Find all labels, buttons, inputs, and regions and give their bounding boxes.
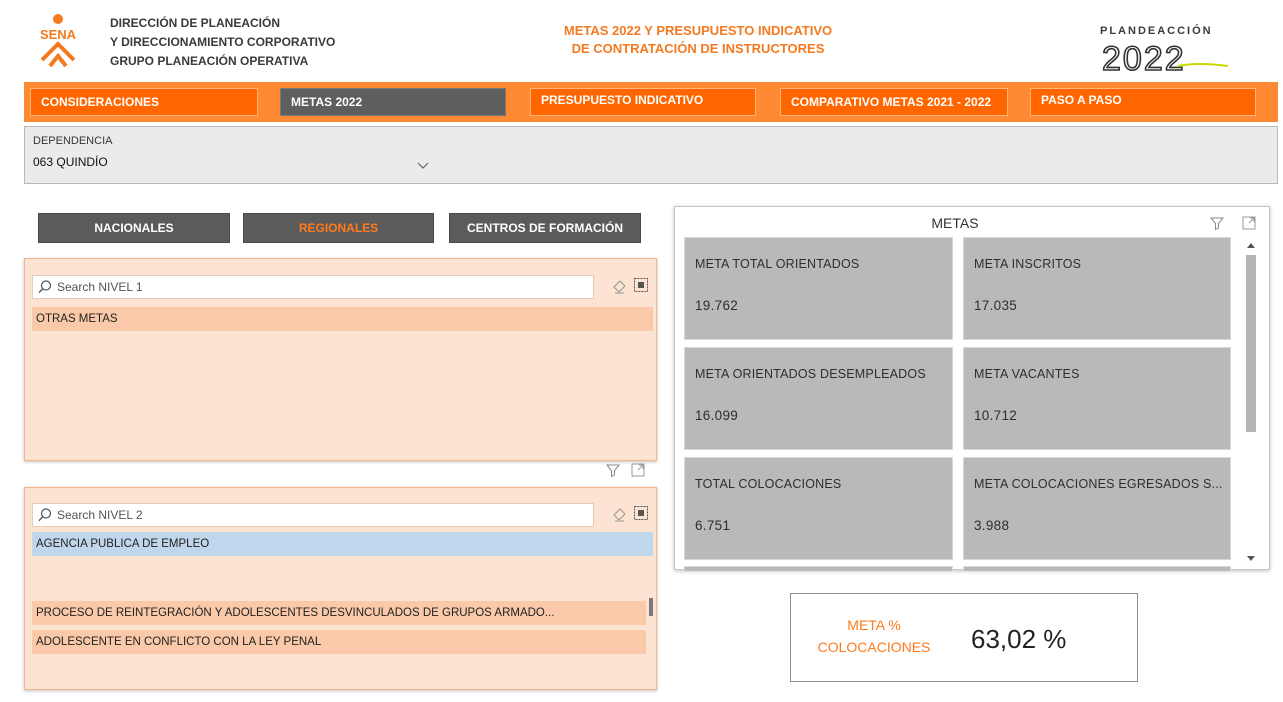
meta-total-orientados-card: META TOTAL ORIENTADOS 19.762 [684,237,953,340]
nivel1-search-placeholder: Search NIVEL 1 [57,280,143,294]
regionales-button[interactable]: REGIONALES [243,213,434,243]
card-value: 6.751 [695,518,731,533]
meta-colocaciones-egresados-card: META COLOCACIONES EGRESADOS S... 3.988 [963,457,1231,560]
tab-metas-2022[interactable]: METAS 2022 [280,88,506,116]
nivel2-slicer: Search NIVEL 2 AGENCIA PUBLICA DE EMPLEO… [24,487,657,690]
kpi-value: 63,02 % [971,624,1067,654]
meta-vacantes-card: META VACANTES 10.712 [963,347,1231,450]
card-label: META VACANTES [974,367,1080,381]
tab-presupuesto-indicativo-label: PRESUPUESTO INDICATIVO [541,93,704,107]
plan-year-text: 2022 [1102,40,1186,78]
plan-de-accion-logo: PLANDEACCIÓN 2022 [1088,18,1248,79]
nacionales-button[interactable]: NACIONALES [38,213,230,243]
select-all-icon[interactable] [633,277,649,293]
card-value: 17.035 [974,298,1018,313]
tab-consideraciones-label: CONSIDERACIONES [41,95,160,109]
card-value: 10.712 [974,408,1018,423]
eraser-icon[interactable] [611,279,627,295]
nivel2-item-reintegracion: PROCESO DE REINTEGRACIÓN Y ADOLESCENTES … [36,607,555,619]
metas-scrollbar[interactable] [1243,239,1259,565]
nivel2-search-input[interactable]: Search NIVEL 2 [32,503,594,527]
metas-card-visual: METAS META TOTAL ORIENTADOS 19.762 META … [674,206,1270,571]
dependencia-filter: DEPENDENCIA 063 QUINDÍO [24,126,1278,184]
tab-paso-a-paso[interactable]: PASO A PASO [1030,88,1256,116]
tab-presupuesto-indicativo[interactable]: PRESUPUESTO INDICATIVO [530,88,756,116]
org-line-1: DIRECCIÓN DE PLANEACIÓN [110,16,281,30]
metas-title: METAS [931,215,979,231]
chevron-down-icon[interactable] [415,157,431,173]
card-value: 3.988 [974,518,1010,533]
tab-consideraciones[interactable]: CONSIDERACIONES [30,88,258,116]
kpi-label-line-1: META % [847,617,901,633]
search-icon [38,508,52,522]
tab-metas-2022-label: METAS 2022 [291,95,363,109]
next-card-peek [963,566,1231,571]
dependencia-selected-value: 063 QUINDÍO [33,155,108,169]
org-line-2: Y DIRECCIONAMIENTO CORPORATIVO [110,35,336,49]
focus-mode-icon[interactable] [1241,215,1257,231]
nivel1-list-item[interactable]: OTRAS METAS [32,307,653,331]
nivel2-item-agencia: AGENCIA PUBLICA DE EMPLEO [36,538,210,550]
nivel1-search-input[interactable]: Search NIVEL 1 [32,275,594,299]
card-label: META INSCRITOS [974,257,1082,271]
card-label: META COLOCACIONES EGRESADOS S... [974,477,1223,491]
nivel2-scrollbar[interactable] [649,598,653,616]
dependencia-label: DEPENDENCIA [33,135,113,147]
nivel2-list-item[interactable]: ADOLESCENTE EN CONFLICTO CON LA LEY PENA… [32,630,646,654]
kpi-label-line-2: COLOCACIONES [817,639,931,655]
nivel2-list-item[interactable]: AGENCIA PUBLICA DE EMPLEO [32,532,653,556]
report-header: SENA DIRECCIÓN DE PLANEACIÓN Y DIRECCION… [18,8,1273,80]
total-colocaciones-card: TOTAL COLOCACIONES 6.751 [684,457,953,560]
meta-colocaciones-kpi: META % COLOCACIONES 63,02 % [790,593,1138,682]
meta-inscritos-card: META INSCRITOS 17.035 [963,237,1231,340]
card-label: TOTAL COLOCACIONES [695,477,842,491]
page-title-line-2: DE CONTRATACIÓN DE INSTRUCTORES [571,41,825,56]
nivel1-item-otras-metas: OTRAS METAS [36,313,118,325]
select-all-icon[interactable] [633,505,649,521]
org-line-3: GRUPO PLANEACIÓN OPERATIVA [110,54,309,68]
focus-mode-icon[interactable] [630,462,646,478]
page-title: METAS 2022 Y PRESUPUESTO INDICATIVO DE C… [538,22,858,58]
next-card-peek [684,566,953,571]
nivel1-slicer: Search NIVEL 1 OTRAS METAS [24,258,657,461]
page-title-line-1: METAS 2022 Y PRESUPUESTO INDICATIVO [563,23,833,38]
tab-paso-a-paso-label: PASO A PASO [1041,93,1122,107]
sena-logo-text: SENA [40,27,77,42]
tab-comparativo-metas-label: COMPARATIVO METAS 2021 - 2022 [791,95,992,109]
plan-logo-text: PLANDEACCIÓN [1100,24,1213,37]
card-label: META TOTAL ORIENTADOS [695,257,860,271]
centros-de-formacion-button[interactable]: CENTROS DE FORMACIÓN [449,213,641,243]
tab-comparativo-metas[interactable]: COMPARATIVO METAS 2021 - 2022 [780,88,1008,116]
org-name: DIRECCIÓN DE PLANEACIÓN Y DIRECCIONAMIEN… [110,14,335,71]
centros-de-formacion-button-label: CENTROS DE FORMACIÓN [467,221,623,235]
kpi-label: META % COLOCACIONES [809,614,939,658]
meta-orientados-desempleados-card: META ORIENTADOS DESEMPLEADOS 16.099 [684,347,953,450]
filter-icon[interactable] [605,462,621,478]
card-label: META ORIENTADOS DESEMPLEADOS [695,367,926,381]
nav-bar: CONSIDERACIONES METAS 2022 PRESUPUESTO I… [24,82,1278,122]
nacionales-button-label: NACIONALES [94,221,174,235]
dependencia-dropdown[interactable]: 063 QUINDÍO [33,155,438,177]
nivel2-list-item[interactable]: PROCESO DE REINTEGRACIÓN Y ADOLESCENTES … [32,601,646,625]
sena-logo: SENA [28,12,90,74]
nivel2-search-placeholder: Search NIVEL 2 [57,508,143,522]
regionales-button-label: REGIONALES [298,221,379,235]
filter-icon[interactable] [1209,215,1225,231]
eraser-icon[interactable] [611,507,627,523]
card-value: 19.762 [695,298,739,313]
nivel2-item-conflicto: ADOLESCENTE EN CONFLICTO CON LA LEY PENA… [36,636,322,648]
search-icon [38,280,52,294]
card-value: 16.099 [695,408,739,423]
